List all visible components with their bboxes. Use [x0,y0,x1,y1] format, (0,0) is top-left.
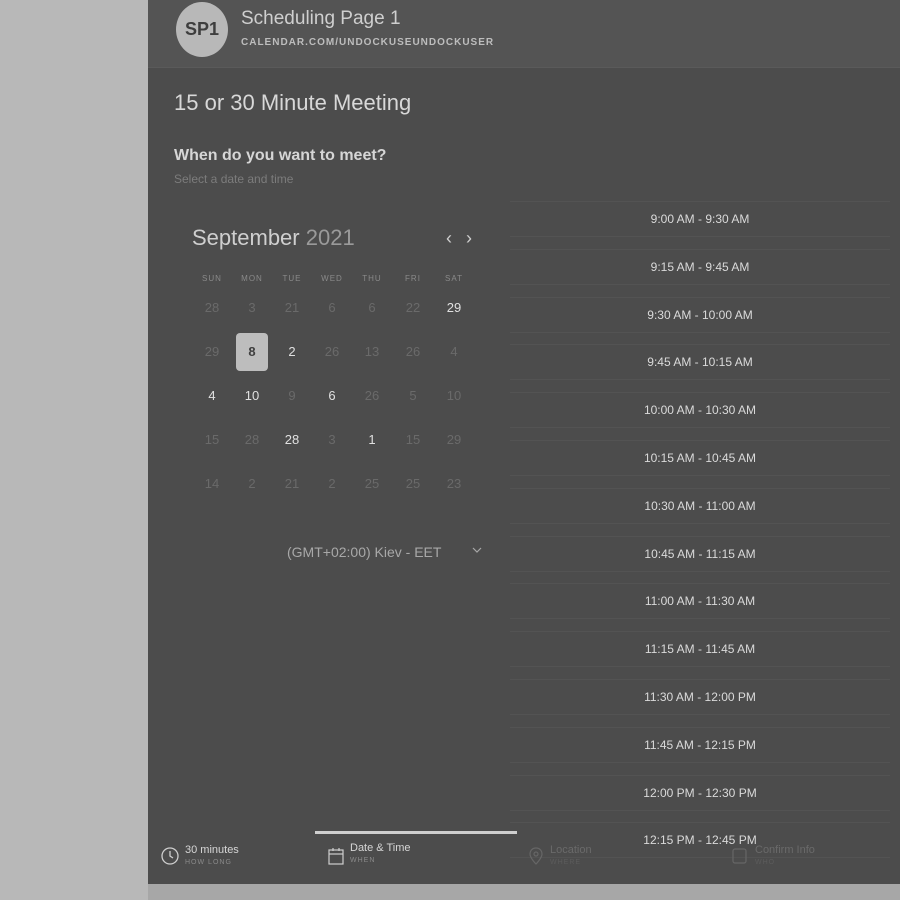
prev-month-button[interactable]: ‹ [446,228,452,249]
calendar-day: 9 [288,388,296,403]
step-date-time-label: Date & Time [350,842,411,854]
calendar-day: 2 [248,476,256,491]
calendar-day: 3 [248,300,256,315]
calendar-day: 26 [324,344,340,359]
step-confirm-info-label: Confirm Info [755,844,815,856]
timezone-select[interactable]: (GMT+02:00) Kiev - EET [287,544,441,560]
calendar-day: 26 [364,388,380,403]
calendar-day: 28 [244,432,260,447]
calendar-day: 4 [450,344,458,359]
calendar-day: 14 [204,476,220,491]
calendar-day[interactable]: 6 [312,378,352,414]
step-duration-sub: HOW LONG [185,859,232,866]
chevron-down-icon[interactable] [472,545,482,555]
calendar-day: 29 [446,432,462,447]
calendar-day-selected[interactable]: 8 [236,333,268,371]
month-year: 2021 [305,225,355,250]
step-location-sub: WHERE [550,859,582,866]
calendar-day: 29 [204,344,220,359]
chevron-left-icon: ‹ [446,228,452,248]
calendar-day: 15 [204,432,220,447]
step-location-label: Location [550,844,592,856]
time-slot-button[interactable]: 9:00 AM - 9:30 AM [510,201,890,237]
calendar-day: 23 [446,476,462,491]
meeting-title: 15 or 30 Minute Meeting [174,90,412,115]
calendar-day: 28 [204,300,220,315]
time-slot-button[interactable]: 9:30 AM - 10:00 AM [510,296,890,333]
calendar-day: 21 [284,476,300,491]
calendar-day[interactable]: 4 [192,378,232,414]
time-slot-button[interactable]: 12:00 PM - 12:30 PM [510,774,890,811]
time-slot-button[interactable]: 9:45 AM - 10:15 AM [510,344,890,381]
time-slot-button[interactable]: 10:15 AM - 10:45 AM [510,439,890,476]
month-name: September [192,225,300,250]
weekday-label: MON [241,274,263,283]
location-pin-icon [529,847,543,865]
calendar-day: 15 [405,432,421,447]
month-title: September 2021 [192,225,355,251]
weekday-label: SAT [445,274,463,283]
time-slot-button[interactable]: 10:45 AM - 11:15 AM [510,535,890,572]
time-slot-button[interactable]: 9:15 AM - 9:45 AM [510,248,890,285]
time-slot-button[interactable]: 11:45 AM - 12:15 PM [510,726,890,763]
calendar-day: 25 [364,476,380,491]
scheduling-card: SP1 Scheduling Page 1 CALENDAR.COM/UNDOC… [148,0,900,884]
time-slot-button[interactable]: 11:00 AM - 11:30 AM [510,583,890,620]
time-slot-button[interactable]: 11:15 AM - 11:45 AM [510,631,890,668]
clock-icon [161,847,179,865]
calendar-day: 13 [364,344,380,359]
question-heading: When do you want to meet? [174,147,387,164]
time-slot-button[interactable]: 11:30 AM - 12:00 PM [510,678,890,715]
step-date-time-sub: WHEN [350,857,376,864]
avatar: SP1 [176,2,228,57]
next-month-button[interactable]: › [466,228,472,249]
step-confirm-info-sub: WHO [755,859,776,866]
calendar-icon [328,848,344,865]
document-icon [732,848,747,864]
calendar-day: 5 [409,388,417,403]
chevron-right-icon: › [466,228,472,248]
page-url: CALENDAR.COM/UNDOCKUSEUNDOCKUSER [241,37,495,48]
header: SP1 Scheduling Page 1 CALENDAR.COM/UNDOC… [148,0,900,68]
calendar-day: 26 [405,344,421,359]
step-progress-bar [315,831,517,834]
time-slot-button[interactable]: 10:00 AM - 10:30 AM [510,392,890,429]
time-slot-button[interactable]: 10:30 AM - 11:00 AM [510,487,890,524]
step-location[interactable]: Location WHERE [550,844,592,866]
calendar-day: 22 [405,300,421,315]
calendar-day: 3 [328,432,336,447]
step-confirm-info[interactable]: Confirm Info WHO [755,844,815,866]
calendar-day: 25 [405,476,421,491]
calendar-day: 2 [328,476,336,491]
step-duration-label: 30 minutes [185,844,239,856]
calendar-day: 6 [368,300,376,315]
weekday-label: SUN [202,274,222,283]
bottom-strip [148,884,900,900]
calendar-day: 10 [446,388,462,403]
calendar-day[interactable]: 28 [272,422,312,458]
calendar-day[interactable]: 1 [352,422,392,458]
calendar-day[interactable]: 10 [232,378,272,414]
weekday-label: WED [321,274,343,283]
weekday-label: TUE [282,274,302,283]
weekday-label: THU [362,274,382,283]
step-duration[interactable]: 30 minutes HOW LONG [185,844,239,866]
page-title: Scheduling Page 1 [241,8,401,29]
calendar-day: 21 [284,300,300,315]
time-slot-list: 9:00 AM - 9:30 AM 9:15 AM - 9:45 AM 9:30 A… [510,201,890,870]
step-date-time[interactable]: Date & Time WHEN [350,842,411,864]
calendar-day[interactable]: 29 [434,290,474,326]
weekday-label: FRI [405,274,421,283]
calendar-day[interactable]: 2 [272,334,312,370]
question-hint: Select a date and time [174,172,294,186]
calendar-day: 6 [328,300,336,315]
